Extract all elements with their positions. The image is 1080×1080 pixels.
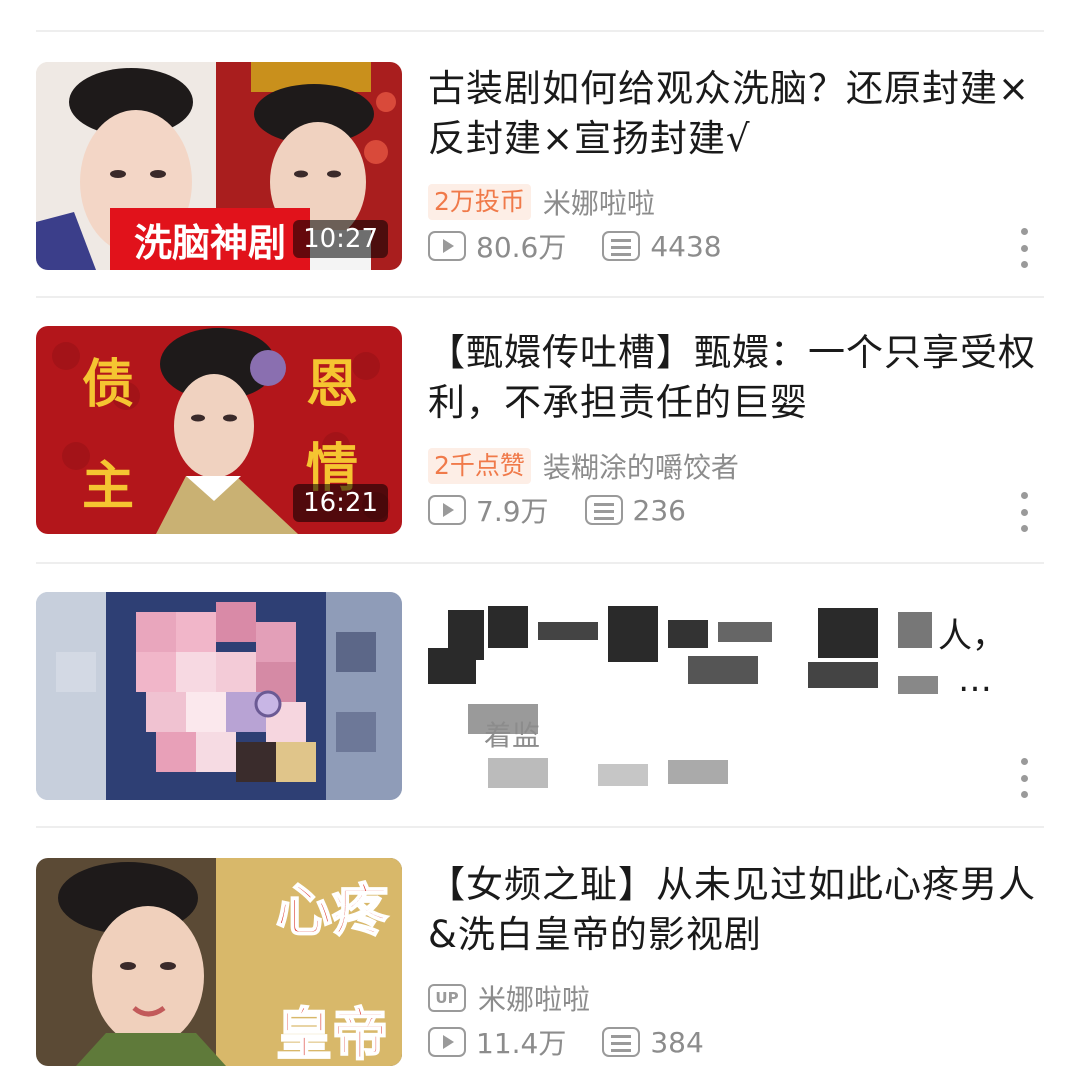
video-card-1[interactable]: 洗脑神剧 10:27 古装剧如何给观众洗脑？还原封建×反封建×宣扬封建√ 2万投… <box>0 62 1080 272</box>
video-duration: 10:27 <box>293 220 388 258</box>
danmaku-count: 384 <box>650 1025 704 1059</box>
video-stats: 80.6万 4438 <box>428 226 758 266</box>
more-options-icon[interactable] <box>1018 492 1030 532</box>
video-meta: 2千点赞 装糊涂的嚼饺者 <box>428 446 739 486</box>
video-meta: UP 米娜啦啦 <box>428 978 590 1018</box>
danmaku-icon <box>584 495 623 525</box>
censored-title: 人， … 着监 <box>428 592 1048 802</box>
views-count: 7.9万 <box>476 495 549 528</box>
play-icon <box>428 495 466 525</box>
author-name[interactable]: 米娜啦啦 <box>543 182 655 222</box>
video-title[interactable]: 古装剧如何给观众洗脑？还原封建×反封建×宣扬封建√ <box>428 64 1038 164</box>
title-fragment: … <box>958 660 992 700</box>
video-thumbnail[interactable]: 债 恩 主 情 16:21 <box>36 326 402 534</box>
divider <box>36 296 1044 298</box>
views-stat: 7.9万 <box>428 490 549 530</box>
video-card-3-censored[interactable]: 人， … 着监 <box>0 592 1080 802</box>
video-feed: 洗脑神剧 10:27 古装剧如何给观众洗脑？还原封建×反封建×宣扬封建√ 2万投… <box>0 0 1080 1080</box>
video-title[interactable]: 【甄嬛传吐槽】甄嬛：一个只享受权利，不承担责任的巨婴 <box>428 328 1038 428</box>
play-icon <box>428 231 466 261</box>
views-count: 80.6万 <box>476 231 567 264</box>
thumbnail-text: 恩 <box>306 355 358 415</box>
thumbnail-caption: 洗脑神剧 <box>134 221 286 265</box>
author-fragment: 着监 <box>484 719 541 752</box>
views-stat: 80.6万 <box>428 226 566 266</box>
author-name[interactable]: 米娜啦啦 <box>478 978 590 1018</box>
video-meta: 2万投币 米娜啦啦 <box>428 182 655 222</box>
author-name[interactable]: 装糊涂的嚼饺者 <box>543 446 739 486</box>
more-options-icon[interactable] <box>1018 758 1030 798</box>
danmaku-stat: 4438 <box>602 229 722 263</box>
video-card-2[interactable]: 债 恩 主 情 16:21 【甄嬛传吐槽】甄嬛：一个只享受权利，不承担责任的巨婴… <box>0 326 1080 536</box>
danmaku-count: 236 <box>632 493 686 527</box>
video-title[interactable]: 【女频之耻】从未见过如此心疼男人&洗白皇帝的影视剧 <box>428 860 1038 960</box>
title-fragment: 人， <box>938 616 1006 656</box>
thumbnail-art: 心疼 皇帝 <box>36 858 402 1066</box>
coin-badge: 2万投币 <box>428 184 531 220</box>
video-thumbnail[interactable]: 心疼 皇帝 <box>36 858 402 1066</box>
divider <box>36 30 1044 32</box>
video-thumbnail[interactable]: 洗脑神剧 10:27 <box>36 62 402 270</box>
video-thumbnail-censored[interactable] <box>36 592 402 800</box>
danmaku-icon <box>602 231 641 261</box>
thumbnail-text: 主 <box>82 457 134 517</box>
video-duration: 16:21 <box>293 484 388 522</box>
danmaku-stat: 384 <box>602 1025 704 1059</box>
video-stats: 11.4万 384 <box>428 1022 740 1062</box>
danmaku-count: 4438 <box>650 229 722 263</box>
like-badge: 2千点赞 <box>428 448 531 484</box>
thumbnail-text: 心疼 <box>276 879 389 944</box>
thumbnail-text: 债 <box>82 355 134 415</box>
pixelated-thumbnail <box>36 592 402 800</box>
danmaku-icon <box>602 1027 641 1057</box>
thumbnail-text: 皇帝 <box>276 1003 388 1066</box>
divider <box>36 562 1044 564</box>
divider <box>36 826 1044 828</box>
up-icon: UP <box>428 984 466 1012</box>
views-count: 11.4万 <box>476 1027 567 1060</box>
danmaku-stat: 236 <box>584 493 686 527</box>
video-stats: 7.9万 236 <box>428 490 722 530</box>
views-stat: 11.4万 <box>428 1022 566 1062</box>
video-card-4[interactable]: 心疼 皇帝 【女频之耻】从未见过如此心疼男人&洗白皇帝的影视剧 UP 米娜啦啦 … <box>0 858 1080 1068</box>
more-options-icon[interactable] <box>1018 228 1030 268</box>
play-icon <box>428 1027 466 1057</box>
